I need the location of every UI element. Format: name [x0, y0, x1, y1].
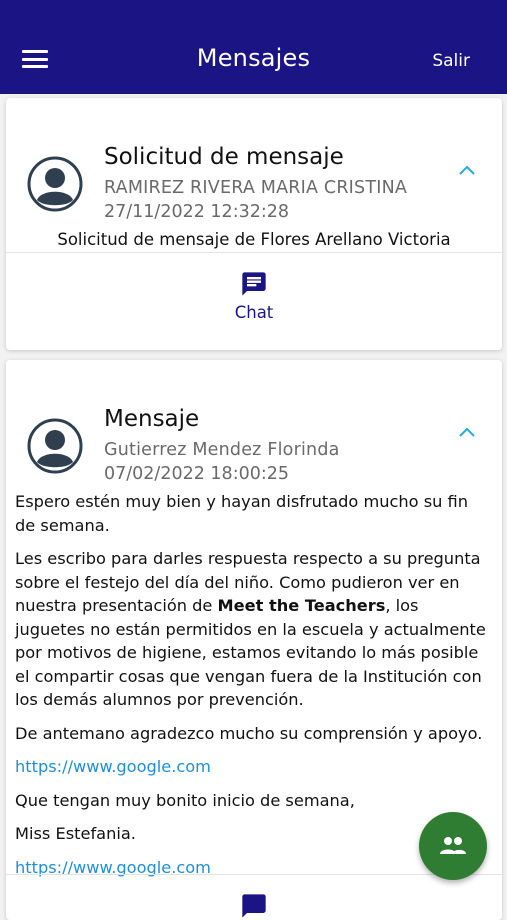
- message-sender: RAMIREZ RIVERA MARIA CRISTINA: [104, 178, 408, 198]
- message-paragraph: De antemano agradezco mucho su comprensi…: [15, 723, 483, 743]
- message-card[interactable]: Solicitud de mensaje RAMIREZ RIVERA MARI…: [6, 98, 502, 350]
- avatar-icon: [27, 156, 83, 212]
- chat-icon: [242, 272, 266, 296]
- bold-text: Meet the Teachers: [217, 596, 386, 615]
- message-datetime: 07/02/2022 18:00:25: [104, 464, 290, 484]
- divider: [6, 874, 502, 875]
- message-paragraph: Que tengan muy bonito inicio de semana,: [15, 790, 355, 810]
- divider: [6, 252, 502, 253]
- group-icon: [440, 837, 466, 854]
- message-sender: Gutierrez Mendez Florinda: [104, 440, 340, 460]
- message-title: Mensaje: [104, 406, 200, 432]
- message-datetime: 27/11/2022 12:32:28: [104, 202, 290, 222]
- page-title: Mensajes: [196, 44, 311, 72]
- message-snippet: Solicitud de mensaje de Flores Arellano …: [57, 230, 451, 249]
- app-bar: Mensajes Salir: [0, 0, 507, 94]
- message-body: Espero estén muy bien y hayan disfrutado…: [15, 490, 492, 889]
- message-paragraph: Espero estén muy bien y hayan disfrutado…: [15, 492, 468, 535]
- contacts-fab-button[interactable]: [419, 812, 487, 880]
- chat-button-label: Chat: [234, 303, 274, 322]
- avatar-icon: [27, 418, 83, 474]
- chat-icon[interactable]: [240, 892, 268, 920]
- logout-button[interactable]: Salir: [432, 51, 470, 71]
- message-title: Solicitud de mensaje: [104, 144, 344, 170]
- message-paragraph: Les escribo para darles respuesta respec…: [15, 549, 486, 709]
- chevron-up-icon[interactable]: [458, 164, 476, 176]
- message-link[interactable]: https://www.google.com: [15, 757, 211, 776]
- chevron-up-icon[interactable]: [458, 426, 476, 438]
- chat-button[interactable]: Chat: [204, 270, 304, 334]
